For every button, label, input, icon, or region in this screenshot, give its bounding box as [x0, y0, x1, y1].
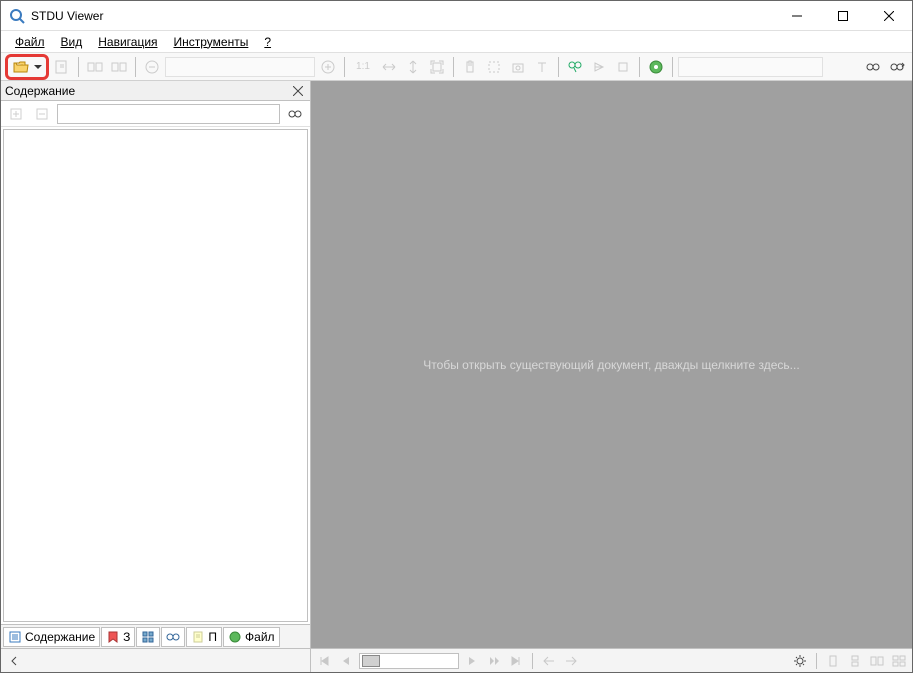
side-panel: Содержание [1, 81, 311, 648]
tab-contents-label: Содержание [25, 630, 95, 644]
tab-bookmarks-label: З [123, 630, 130, 644]
panel-header: Содержание [1, 81, 310, 101]
search-binoculars-button[interactable] [862, 56, 884, 78]
zoom-actual-button[interactable]: 1:1 [350, 56, 376, 78]
fit-page-button[interactable] [426, 56, 448, 78]
fit-height-button[interactable] [402, 56, 424, 78]
status-bar [1, 648, 912, 672]
panel-search-button[interactable] [284, 103, 306, 125]
nav-forward-button[interactable] [562, 652, 580, 670]
find-button[interactable] [564, 56, 586, 78]
tabs-next-button[interactable] [108, 56, 130, 78]
tab-search[interactable] [161, 627, 185, 647]
tab-thumbnails[interactable] [136, 627, 160, 647]
file-tab-icon [228, 630, 242, 644]
rotate-button[interactable] [612, 56, 634, 78]
panel-tree[interactable] [3, 129, 308, 622]
app-icon [9, 8, 25, 24]
open-button-highlight [5, 54, 49, 80]
continuous-button[interactable] [846, 652, 864, 670]
hand-tool-button[interactable] [459, 56, 481, 78]
next-page-step-button[interactable] [485, 652, 503, 670]
menubar: Файл Вид Навигация Инструменты ? [1, 31, 912, 53]
maximize-button[interactable] [820, 1, 866, 30]
page-slider[interactable] [359, 653, 459, 669]
main-toolbar: 1:1 [1, 53, 912, 81]
next-page-button[interactable] [463, 652, 481, 670]
bookmark-icon [106, 630, 120, 644]
fit-width-button[interactable] [378, 56, 400, 78]
tab-pages[interactable]: П [186, 627, 222, 647]
panel-expand-button[interactable] [5, 103, 27, 125]
minimize-button[interactable] [774, 1, 820, 30]
search-tab-icon [166, 630, 180, 644]
continuous-facing-button[interactable] [890, 652, 908, 670]
tab-file[interactable]: Файл [223, 627, 280, 647]
menu-help[interactable]: ? [256, 33, 279, 51]
page-slider-thumb[interactable] [362, 655, 380, 667]
panel-collapse-button[interactable] [31, 103, 53, 125]
tab-file-label: Файл [245, 630, 275, 644]
tab-pages-label: П [208, 630, 217, 644]
panel-title: Содержание [5, 84, 290, 98]
search-next-button[interactable] [886, 56, 908, 78]
facing-button[interactable] [868, 652, 886, 670]
menu-navigation[interactable]: Навигация [90, 33, 165, 51]
prev-page-button[interactable] [337, 652, 355, 670]
export-button[interactable] [51, 56, 73, 78]
text-select-button[interactable] [531, 56, 553, 78]
tabs-prev-button[interactable] [84, 56, 106, 78]
panel-toolbar [1, 101, 310, 127]
placeholder-text: Чтобы открыть существующий документ, два… [423, 358, 799, 372]
app-title: STDU Viewer [31, 9, 774, 23]
menu-tools[interactable]: Инструменты [166, 33, 257, 51]
open-file-button[interactable] [10, 56, 32, 78]
menu-view[interactable]: Вид [53, 33, 91, 51]
main-view: Чтобы открыть существующий документ, два… [311, 81, 912, 648]
first-page-button[interactable] [315, 652, 333, 670]
open-dropdown-button[interactable] [32, 56, 44, 78]
content-area: Содержание [1, 81, 912, 648]
tab-bookmarks[interactable]: З [101, 627, 135, 647]
single-page-button[interactable] [824, 652, 842, 670]
status-left [1, 649, 311, 672]
window-controls [774, 1, 912, 30]
snapshot-button[interactable] [507, 56, 529, 78]
app-window: STDU Viewer Файл Вид Навигация Инструмен… [0, 0, 913, 673]
settings-button[interactable] [645, 56, 667, 78]
thumbnails-icon [141, 630, 155, 644]
document-canvas[interactable]: Чтобы открыть существующий документ, два… [311, 81, 912, 648]
brightness-button[interactable] [791, 652, 809, 670]
titlebar: STDU Viewer [1, 1, 912, 31]
zoom-combo[interactable] [165, 57, 315, 77]
panel-search-input[interactable] [57, 104, 280, 124]
panel-tabs: Содержание З [1, 624, 310, 648]
panel-close-button[interactable] [290, 83, 306, 99]
zoom-in-button[interactable] [317, 56, 339, 78]
status-main [311, 652, 912, 670]
select-tool-button[interactable] [483, 56, 505, 78]
nav-back-button[interactable] [540, 652, 558, 670]
menu-file[interactable]: Файл [7, 33, 53, 51]
contents-icon [8, 630, 22, 644]
zoom-out-button[interactable] [141, 56, 163, 78]
last-page-button[interactable] [507, 652, 525, 670]
tab-contents[interactable]: Содержание [3, 627, 100, 647]
page-input[interactable] [678, 57, 823, 77]
close-button[interactable] [866, 1, 912, 30]
panel-scroll-left-button[interactable] [5, 652, 23, 670]
pages-icon [191, 630, 205, 644]
find-next-button[interactable] [588, 56, 610, 78]
